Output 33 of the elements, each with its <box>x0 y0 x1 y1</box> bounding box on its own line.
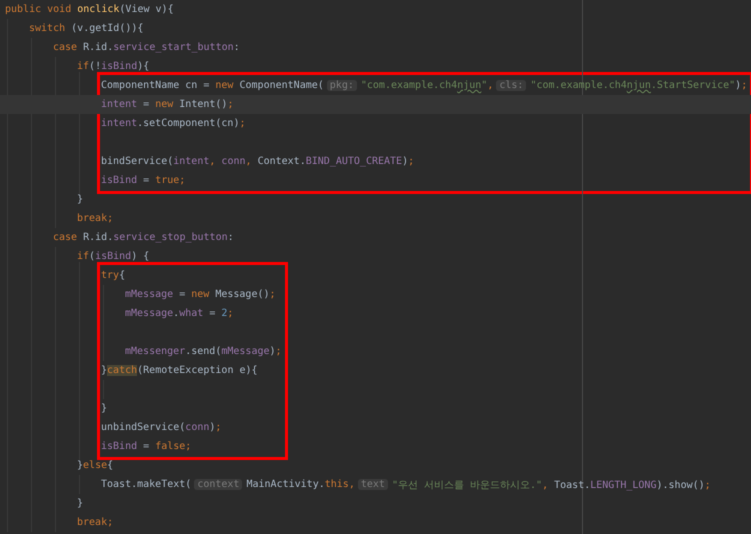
code-text: }else{ <box>77 460 114 471</box>
code-text: break; <box>77 213 114 224</box>
parameter-hint: text <box>358 479 388 490</box>
code-text: intent = new Intent(); <box>101 99 234 110</box>
code-text: } <box>77 498 84 509</box>
code-text: mMessenger.send(mMessage); <box>125 346 282 357</box>
code-text: public void onclick(View v){ <box>5 4 174 15</box>
code-text: } <box>101 403 108 414</box>
code-text: case R.id.service_stop_button: <box>53 232 234 243</box>
code-text: try{ <box>101 270 126 281</box>
code-text: break; <box>77 517 114 528</box>
code-text: "com.example.ch4njun.StartService"); <box>530 80 748 91</box>
parameter-hint: cls: <box>496 80 526 91</box>
code-text: bindService(intent, conn, Context.BIND_AUTO_CREATE); <box>101 156 414 167</box>
code-text: isBind = false; <box>101 441 192 452</box>
code-text: }catch(RemoteException e){ <box>101 365 258 376</box>
code-text: switch (v.getId()){ <box>29 23 144 34</box>
parameter-hint: context <box>194 479 242 490</box>
parameter-hint: pkg: <box>326 80 357 91</box>
code-text: if(!isBind){ <box>77 61 150 72</box>
code-text: if(isBind) { <box>77 251 150 262</box>
code-text: "우선 서비스를 바운드하시오.", Toast.LENGTH_LONG).show(); <box>392 478 711 492</box>
code-text: intent.setComponent(cn); <box>101 118 246 129</box>
code-text: mMessage = new Message(); <box>125 289 276 300</box>
code-text: case R.id.service_start_button: <box>53 42 240 53</box>
code-text: unbindService(conn); <box>101 422 222 433</box>
code-text: mMessage.what = 2; <box>125 308 234 319</box>
code-text: "com.example.ch4njun", <box>360 80 494 91</box>
code-text: } <box>77 194 84 205</box>
code-text: Toast.makeText( <box>101 479 192 490</box>
code-text: isBind = true; <box>101 175 186 186</box>
code-text: MainActivity.this, <box>246 479 355 490</box>
code-text: ComponentName cn = new ComponentName( <box>101 80 324 91</box>
